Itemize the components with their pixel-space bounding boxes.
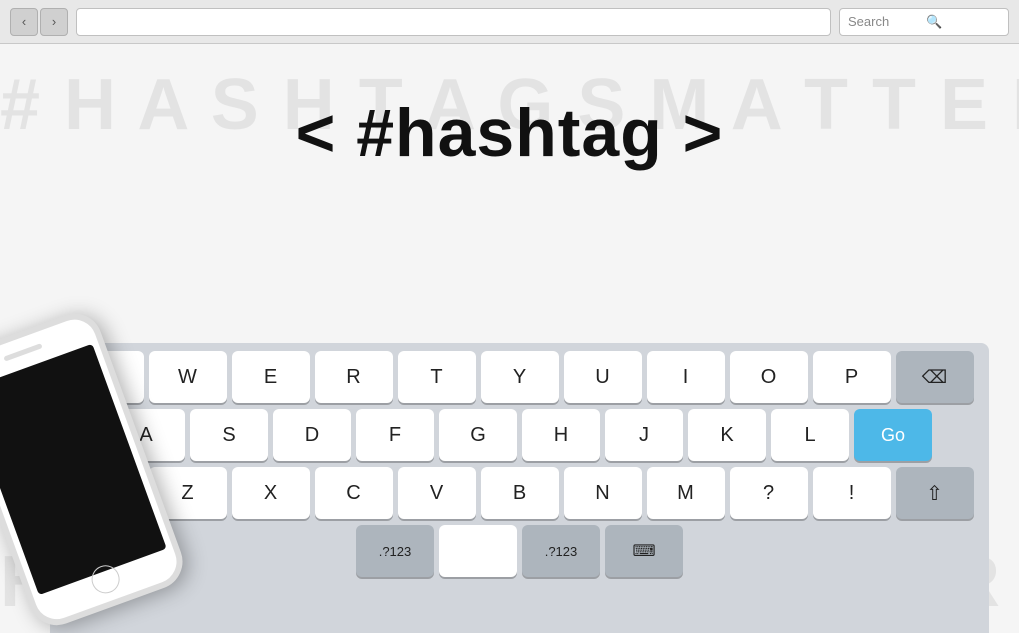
key-d[interactable]: D [273, 409, 351, 461]
shift-icon-right: ⇧ [926, 481, 943, 506]
key-k[interactable]: K [688, 409, 766, 461]
key-j[interactable]: J [605, 409, 683, 461]
key-t[interactable]: T [398, 351, 476, 403]
key-m[interactable]: M [647, 467, 725, 519]
back-icon: ‹ [22, 14, 26, 29]
key-y[interactable]: Y [481, 351, 559, 403]
key-e[interactable]: E [232, 351, 310, 403]
forward-icon: › [52, 14, 56, 29]
emoji-icon: ⌨ [632, 541, 655, 561]
search-label: Search [848, 14, 922, 29]
numbers-label-2: .?123 [545, 544, 578, 559]
key-g[interactable]: G [439, 409, 517, 461]
key-w[interactable]: W [149, 351, 227, 403]
address-bar[interactable] [76, 8, 831, 36]
key-space[interactable] [439, 525, 517, 577]
key-c[interactable]: C [315, 467, 393, 519]
key-backspace[interactable]: ⌫ [896, 351, 974, 403]
key-r[interactable]: R [315, 351, 393, 403]
keyboard-row-2: A S D F G H J K L Go [56, 409, 983, 461]
key-emoji[interactable]: ⌨ [605, 525, 683, 577]
iphone-speaker [3, 343, 42, 361]
go-label: Go [881, 425, 905, 446]
key-f[interactable]: F [356, 409, 434, 461]
key-v[interactable]: V [398, 467, 476, 519]
browser-toolbar: ‹ › Search 🔍 [0, 0, 1019, 44]
key-o[interactable]: O [730, 351, 808, 403]
key-numbers-2[interactable]: .?123 [522, 525, 600, 577]
key-u[interactable]: U [564, 351, 642, 403]
backspace-icon: ⌫ [922, 367, 947, 388]
key-exclamation[interactable]: ! [813, 467, 891, 519]
keyboard-row-4: .?123 .?123 ⌨ [56, 525, 983, 577]
search-bar[interactable]: Search 🔍 [839, 8, 1009, 36]
hero-heading: < #hashtag > [296, 94, 724, 172]
key-l[interactable]: L [771, 409, 849, 461]
key-p[interactable]: P [813, 351, 891, 403]
back-button[interactable]: ‹ [10, 8, 38, 36]
search-icon: 🔍 [926, 14, 1000, 30]
key-s[interactable]: S [190, 409, 268, 461]
nav-buttons: ‹ › [10, 8, 68, 36]
key-i[interactable]: I [647, 351, 725, 403]
key-h[interactable]: H [522, 409, 600, 461]
key-go[interactable]: Go [854, 409, 932, 461]
ios-keyboard: Q W E R T Y U I O P ⌫ A S D F G H J [50, 343, 989, 633]
keyboard-row-1: Q W E R T Y U I O P ⌫ [56, 351, 983, 403]
keyboard-section: Q W E R T Y U I O P ⌫ A S D F G H J [30, 323, 989, 633]
keyboard-row-3: ⇧ Z X C V B N M ? ! ⇧ [56, 467, 983, 519]
key-b[interactable]: B [481, 467, 559, 519]
key-n[interactable]: N [564, 467, 642, 519]
key-numbers[interactable]: .?123 [356, 525, 434, 577]
key-question[interactable]: ? [730, 467, 808, 519]
key-x[interactable]: X [232, 467, 310, 519]
key-shift-right[interactable]: ⇧ [896, 467, 974, 519]
forward-button[interactable]: › [40, 8, 68, 36]
main-content: # H A S H T A G S M A T T E R < #hashtag… [0, 44, 1019, 633]
numbers-label: .?123 [379, 544, 412, 559]
